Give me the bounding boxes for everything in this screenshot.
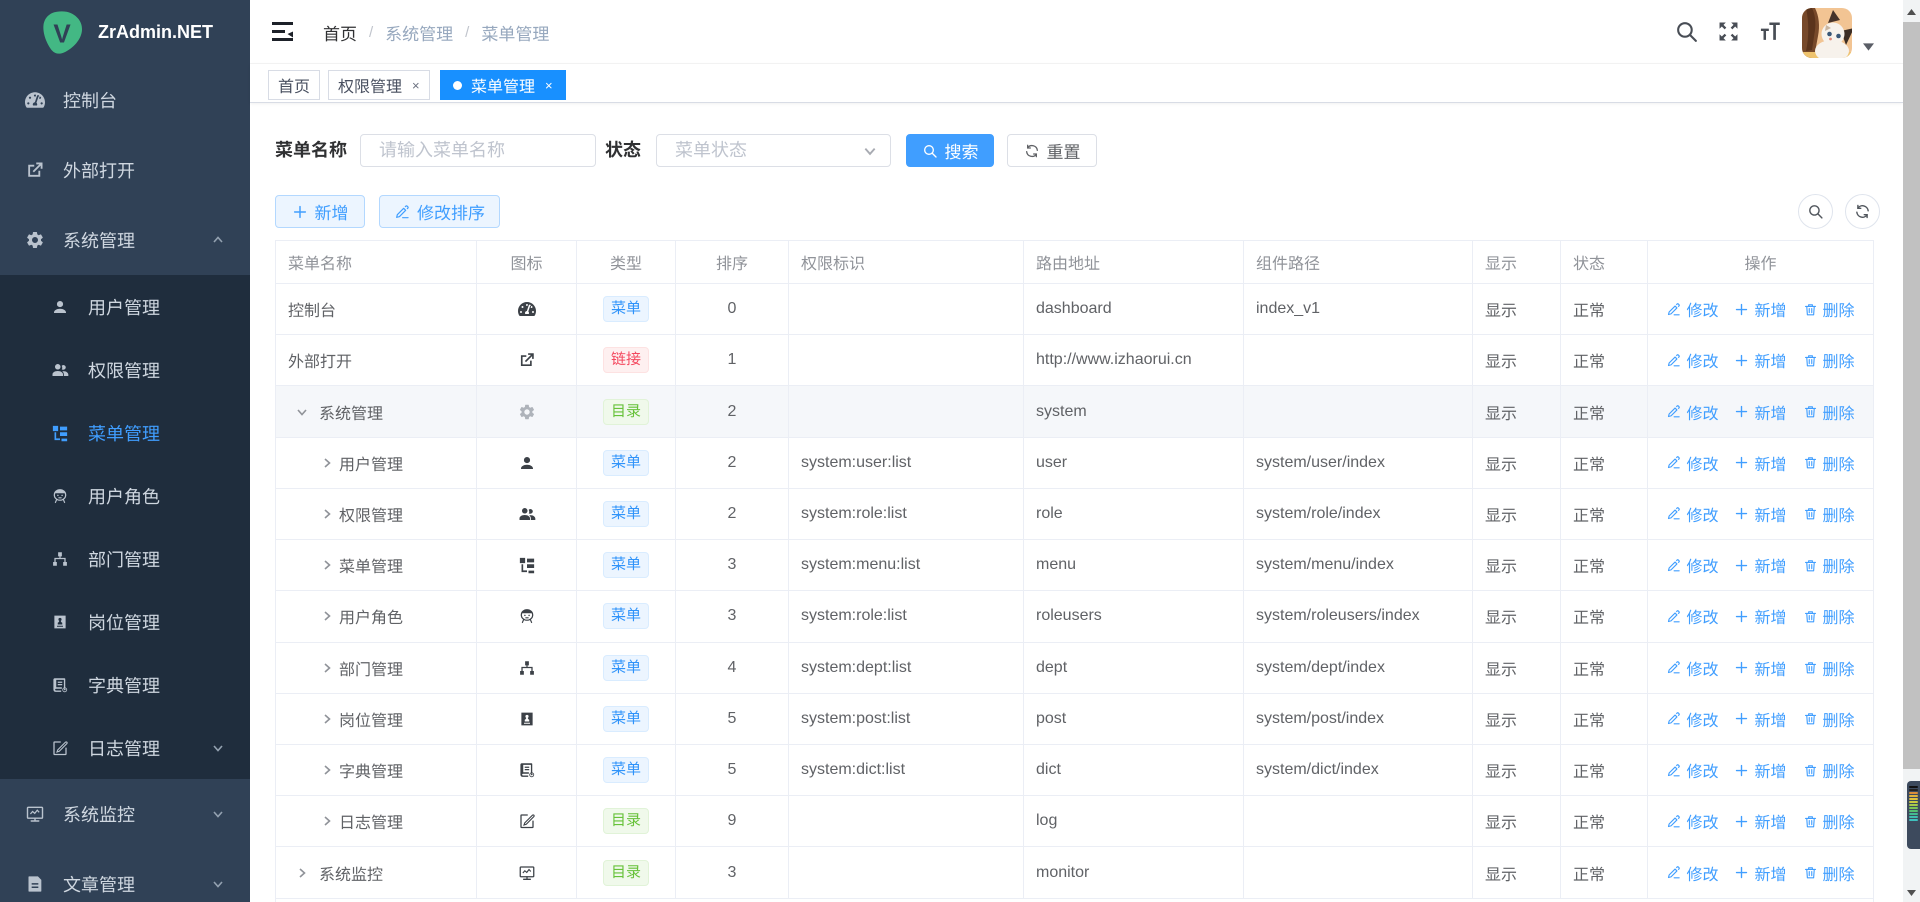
svg-text:V: V <box>53 18 71 48</box>
